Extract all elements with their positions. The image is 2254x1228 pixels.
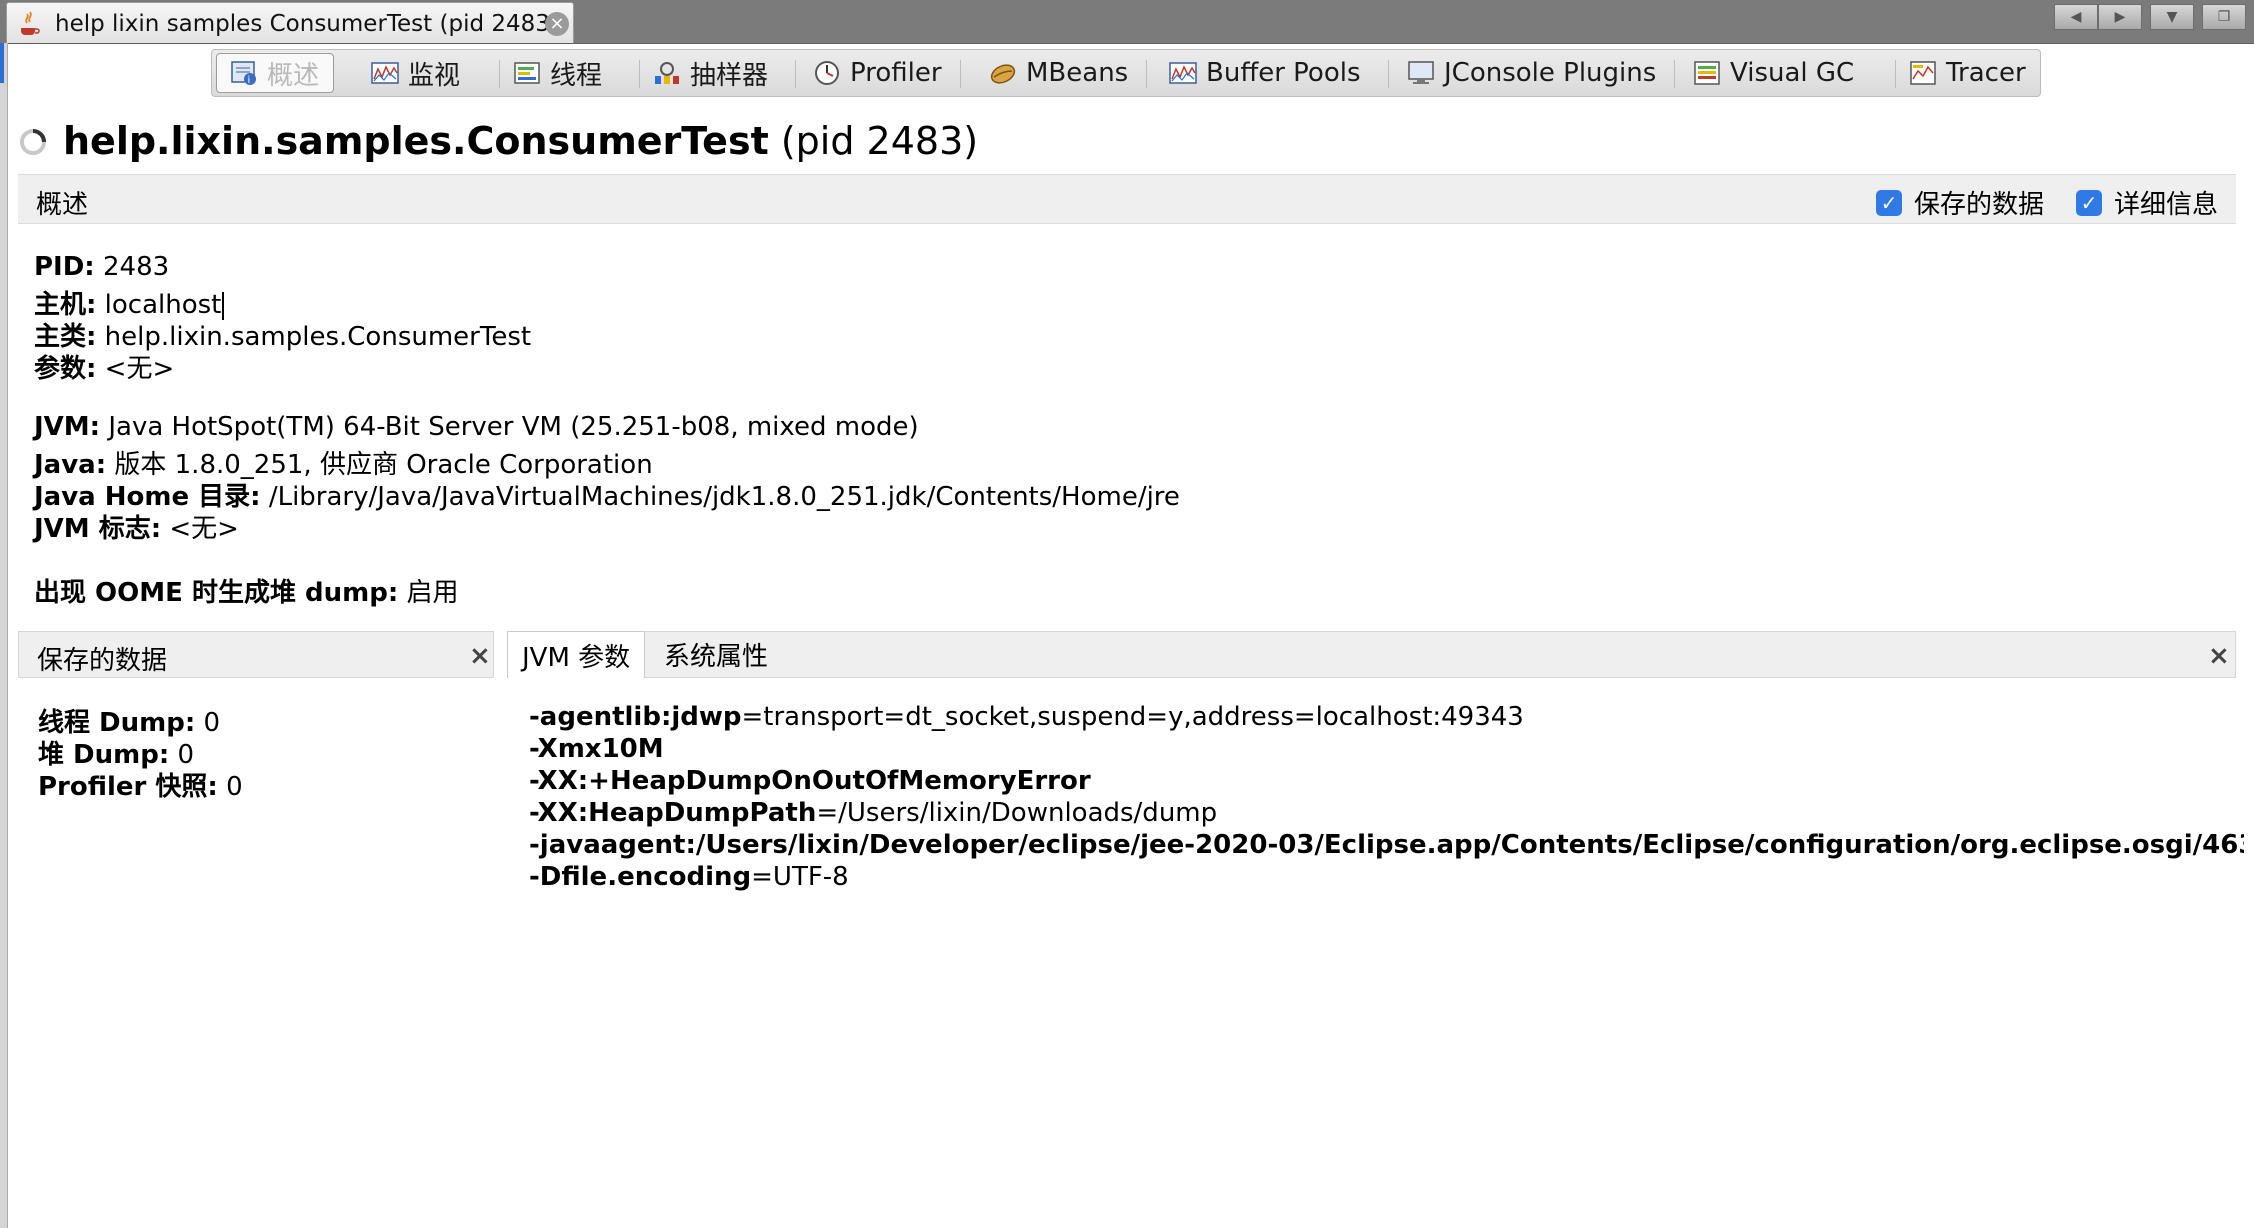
tab-monitor[interactable]: 监视 <box>370 53 460 93</box>
jvm-arg: -Dfile.encoding=UTF-8 <box>529 862 849 892</box>
tab-buffer-pools-label: Buffer Pools <box>1206 58 1361 88</box>
checkbox-checked-icon: ✓ <box>1876 189 1902 216</box>
restore-window-icon[interactable]: ❐ <box>2202 4 2246 30</box>
close-jvm-panel-icon[interactable]: × <box>2208 641 2230 671</box>
info-jvm-flags: JVM 标志: <无> <box>34 514 239 544</box>
tab-mbeans-label: MBeans <box>1026 58 1129 88</box>
document-tab[interactable]: help lixin samples ConsumerTest (pid 248… <box>6 2 574 43</box>
dropdown-icon[interactable]: ▼ <box>2150 4 2194 30</box>
jconsole-monitor-icon <box>1408 61 1434 84</box>
svg-text:i: i <box>248 75 251 86</box>
info-jvm: JVM: Java HotSpot(TM) 64-Bit Server VM (… <box>34 412 919 442</box>
scroll-left-icon[interactable]: ◀ <box>2054 4 2098 30</box>
tracer-icon <box>1910 61 1936 85</box>
jvm-arg: -javaagent:/Users/lixin/Developer/eclips… <box>529 830 2244 860</box>
profiler-clock-icon <box>815 61 839 85</box>
tab-mbeans[interactable]: MBeans <box>988 53 1128 93</box>
tab-threads-label: 线程 <box>550 60 603 91</box>
jvm-arg: -XX:+HeapDumpOnOutOfMemoryError <box>529 766 1091 796</box>
overview-section-header: 概述 ✓ 保存的数据 ✓ 详细信息 <box>18 174 2236 224</box>
sampler-icon <box>655 62 679 84</box>
tab-threads[interactable]: 线程 <box>512 53 602 93</box>
tab-overview[interactable]: i 概述 <box>216 53 335 93</box>
document-tab-title: help lixin samples ConsumerTest (pid 248… <box>55 11 559 37</box>
close-saved-data-icon[interactable]: × <box>469 641 491 671</box>
saved-data-checkbox[interactable]: ✓ 保存的数据 <box>1876 184 2044 221</box>
jvm-arg: -XX:HeapDumpPath=/Users/lixin/Downloads/… <box>529 798 1218 828</box>
details-checkbox-label: 详细信息 <box>2114 190 2219 220</box>
threads-icon <box>514 62 540 84</box>
monitor-chart-icon <box>371 62 399 84</box>
tab-tracer-label: Tracer <box>1946 58 2026 88</box>
page-title: help.lixin.samples.ConsumerTest (pid 248… <box>63 119 978 163</box>
info-oome-heap-dump: 出现 OOME 时生成堆 dump: 启用 <box>34 578 459 608</box>
jvm-arg: -agentlib:jdwp=transport=dt_socket,suspe… <box>529 702 1524 732</box>
app-pid: (pid 2483) <box>780 119 979 163</box>
view-toolbar: i 概述 监视 线程 抽样器 Profiler MBeans Buffer Po… <box>211 49 2041 97</box>
saved-data-panel-header: 保存的数据 × <box>18 631 494 678</box>
info-pid: PID: 2483 <box>34 252 170 282</box>
buffer-pools-chart-icon <box>1169 62 1197 84</box>
tab-jconsole-plugins[interactable]: JConsole Plugins <box>1406 53 1656 93</box>
close-tab-icon[interactable]: × <box>545 12 569 36</box>
tab-sampler[interactable]: 抽样器 <box>652 53 768 93</box>
checkbox-checked-icon: ✓ <box>2076 189 2102 216</box>
tab-sampler-label: 抽样器 <box>690 60 769 91</box>
mbeans-icon <box>990 64 1016 84</box>
jvm-arg: -Xmx10M <box>529 734 664 764</box>
details-checkbox[interactable]: ✓ 详细信息 <box>2076 184 2218 221</box>
scroll-right-icon[interactable]: ▶ <box>2098 4 2142 30</box>
info-arguments: 参数: <无> <box>34 354 175 384</box>
tab-profiler-label: Profiler <box>850 58 942 88</box>
document-tab-strip: help lixin samples ConsumerTest (pid 248… <box>0 0 2254 44</box>
tab-profiler[interactable]: Profiler <box>812 53 942 93</box>
overview-label: 概述 <box>36 190 89 220</box>
loading-spinner-icon <box>20 129 46 155</box>
saved-data-panel-label: 保存的数据 <box>37 646 168 676</box>
jvm-panel-tabs: JVM 参数 系统属性 × <box>507 631 2236 678</box>
tab-visual-gc-label: Visual GC <box>1730 58 1855 88</box>
app-name: help.lixin.samples.ConsumerTest <box>63 119 769 163</box>
saved-data-checkbox-label: 保存的数据 <box>1914 190 2045 220</box>
overview-icon: i <box>231 61 256 86</box>
saved-profiler-snapshots: Profiler 快照: 0 <box>38 772 243 802</box>
tab-buffer-pools[interactable]: Buffer Pools <box>1168 53 1361 93</box>
tab-jvm-arguments[interactable]: JVM 参数 <box>507 631 646 678</box>
tab-system-properties[interactable]: 系统属性 <box>650 631 782 678</box>
visual-gc-icon <box>1694 61 1720 85</box>
java-icon <box>21 11 40 35</box>
tab-visual-gc[interactable]: Visual GC <box>1692 53 1854 93</box>
tab-tracer[interactable]: Tracer <box>1908 53 2026 93</box>
tab-overview-label: 概述 <box>267 60 320 91</box>
tab-monitor-label: 监视 <box>408 60 461 91</box>
left-edge <box>0 43 8 1228</box>
tab-jconsole-plugins-label: JConsole Plugins <box>1444 58 1657 88</box>
